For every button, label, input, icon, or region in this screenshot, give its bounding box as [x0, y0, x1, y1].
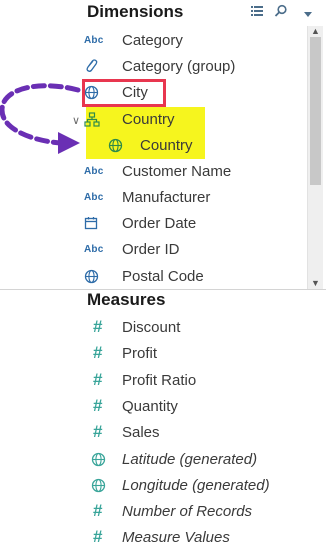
globe-icon [84, 452, 110, 467]
field-category[interactable]: Abc Category [84, 27, 304, 53]
hash-icon: # [93, 317, 103, 336]
abc-icon: Abc [84, 191, 104, 203]
dropdown-menu-icon[interactable] [303, 6, 313, 24]
data-pane: Dimensions ∨ Abc Category Category (grou… [0, 0, 326, 558]
scroll-up-icon[interactable]: ▲ [308, 26, 323, 37]
globe-icon [84, 85, 110, 100]
field-profit[interactable]: # Profit [84, 340, 304, 366]
abc-icon: Abc [84, 34, 104, 46]
field-customer-name[interactable]: Abc Customer Name [84, 158, 304, 184]
abc-icon: Abc [84, 243, 104, 255]
globe-icon [84, 269, 110, 284]
field-latitude-generated[interactable]: Latitude (generated) [84, 446, 304, 472]
dimensions-header: Dimensions [87, 2, 184, 21]
field-postal-code[interactable]: Postal Code [84, 263, 304, 289]
scroll-down-icon[interactable]: ▼ [308, 278, 323, 289]
grid-view-icon[interactable] [250, 4, 264, 23]
dashed-arrow-annotation [0, 83, 81, 154]
hash-icon: # [93, 422, 103, 441]
globe-icon [108, 138, 134, 153]
hierarchy-icon [84, 111, 110, 127]
abc-icon: Abc [84, 165, 104, 177]
field-longitude-generated[interactable]: Longitude (generated) [84, 472, 304, 498]
scroll-thumb[interactable] [310, 37, 321, 185]
field-sales[interactable]: # Sales [84, 419, 304, 445]
globe-icon [84, 478, 110, 493]
field-profit-ratio[interactable]: # Profit Ratio [84, 367, 304, 393]
field-number-of-records[interactable]: # Number of Records [84, 498, 304, 524]
field-country[interactable]: Country [108, 132, 307, 158]
field-category-group[interactable]: Category (group) [84, 53, 304, 79]
field-manufacturer[interactable]: Abc Manufacturer [84, 184, 304, 210]
hash-icon: # [93, 343, 103, 362]
field-discount[interactable]: # Discount [84, 314, 304, 340]
field-order-date[interactable]: Order Date [84, 210, 304, 236]
field-country-hierarchy[interactable]: Country [84, 106, 304, 132]
search-icon[interactable] [274, 4, 288, 23]
measures-header: Measures [87, 290, 166, 309]
paperclip-icon [84, 58, 110, 74]
calendar-icon [84, 216, 110, 230]
field-order-id[interactable]: Abc Order ID [84, 236, 304, 262]
hash-icon: # [93, 501, 103, 520]
hash-icon: # [93, 527, 103, 546]
field-city[interactable]: City [84, 79, 304, 105]
dimensions-scrollbar[interactable]: ▲ ▼ [307, 26, 323, 289]
field-quantity[interactable]: # Quantity [84, 393, 304, 419]
hash-icon: # [93, 396, 103, 415]
field-measure-values[interactable]: # Measure Values [84, 524, 304, 550]
hash-icon: # [93, 370, 103, 389]
